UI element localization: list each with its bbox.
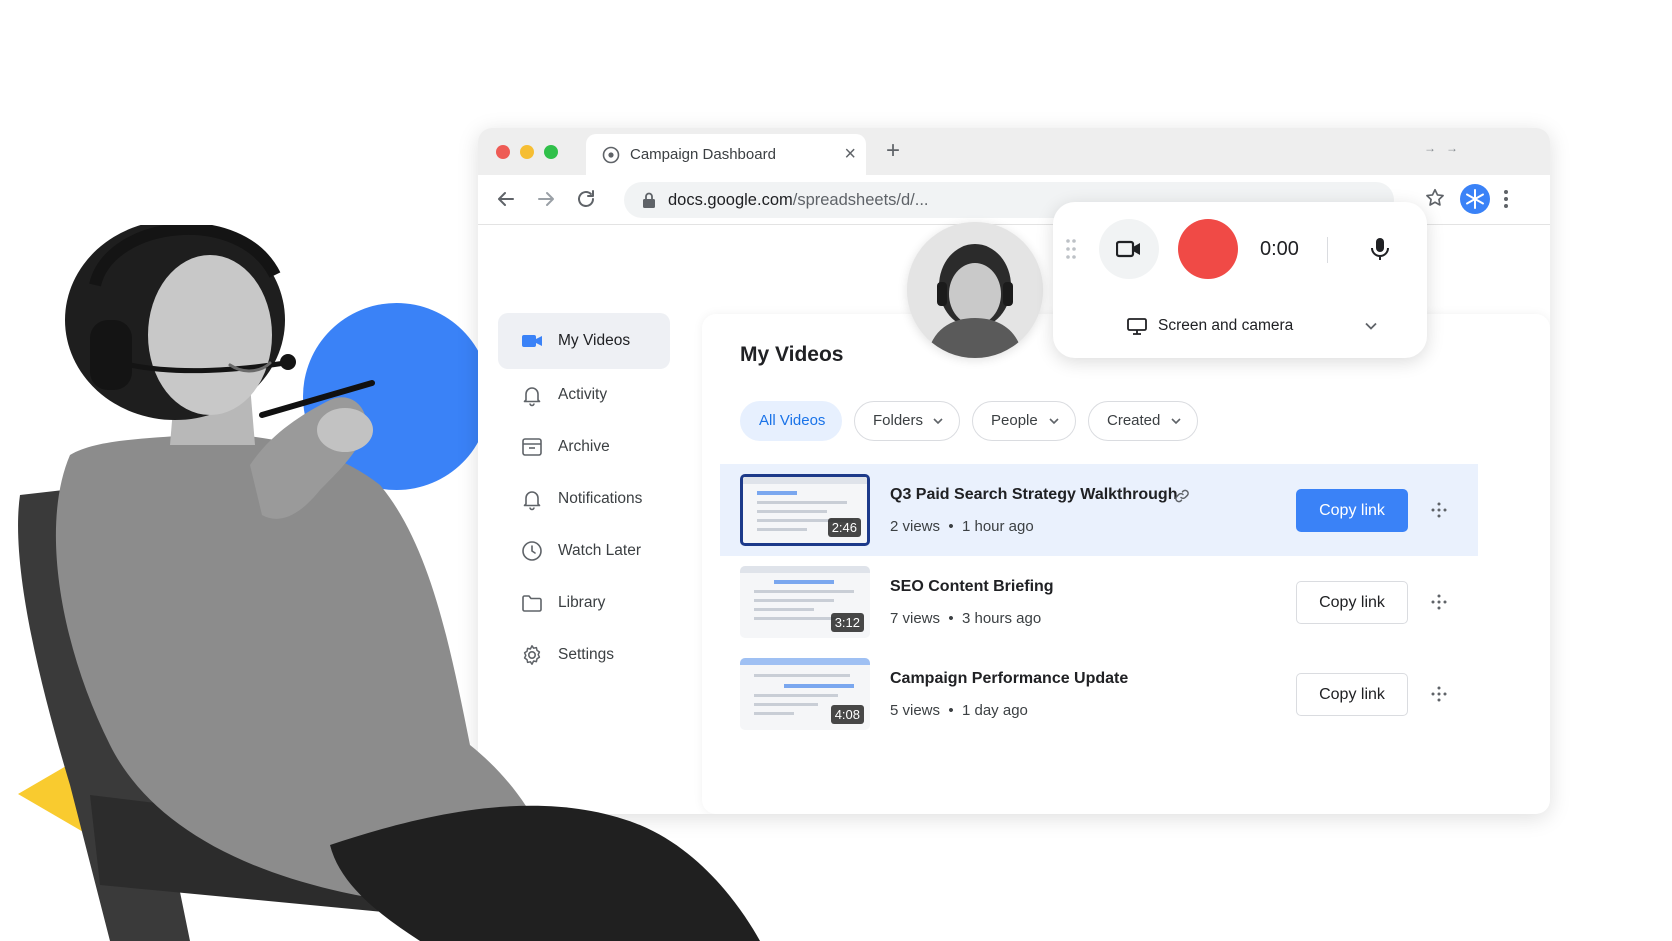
meta-separator: • bbox=[948, 610, 954, 627]
tab-title: Campaign Dashboard bbox=[630, 146, 776, 163]
lock-icon bbox=[643, 192, 655, 208]
forward-arrow-icon[interactable] bbox=[534, 187, 558, 211]
video-camera-icon bbox=[1116, 240, 1140, 258]
chevron-down-icon[interactable] bbox=[1365, 322, 1377, 330]
tab-strip: Campaign Dashboard × + →→ bbox=[478, 128, 1550, 175]
back-arrow-icon[interactable] bbox=[494, 187, 518, 211]
camera-bubble-avatar[interactable] bbox=[907, 222, 1043, 358]
filter-label: Created bbox=[1107, 412, 1161, 429]
microphone-toggle-button[interactable] bbox=[1350, 219, 1410, 279]
video-age: 1 hour ago bbox=[961, 518, 1034, 535]
video-age: 1 day ago bbox=[961, 702, 1028, 719]
browser-tab[interactable]: Campaign Dashboard × bbox=[586, 134, 866, 175]
video-duration: 3:12 bbox=[830, 613, 864, 632]
filter-folders[interactable]: Folders bbox=[854, 401, 960, 441]
video-duration: 4:08 bbox=[830, 705, 864, 724]
video-title[interactable]: Q3 Paid Search Strategy Walkthrough bbox=[890, 486, 1177, 504]
url-domain: docs.google.com bbox=[668, 191, 793, 209]
drag-handle-icon[interactable] bbox=[1430, 593, 1448, 611]
video-duration: 2:46 bbox=[827, 518, 861, 537]
camera-toggle-button[interactable] bbox=[1099, 219, 1159, 279]
video-meta: 5 views • 1 day ago bbox=[890, 702, 1028, 719]
filter-people[interactable]: People bbox=[972, 401, 1076, 441]
monitor-icon bbox=[1127, 318, 1147, 335]
main-panel: My Videos All Videos Folders People Crea… bbox=[702, 314, 1550, 814]
gear-favicon-icon bbox=[602, 146, 620, 164]
reload-icon[interactable] bbox=[574, 187, 598, 211]
tab-search-arrows-icon[interactable]: →→ bbox=[1424, 141, 1468, 155]
meta-separator: • bbox=[948, 518, 954, 535]
presenter-portrait bbox=[907, 222, 1043, 358]
microphone-icon bbox=[1371, 238, 1389, 260]
filter-created[interactable]: Created bbox=[1088, 401, 1198, 441]
drag-handle-icon[interactable] bbox=[1430, 685, 1448, 703]
video-meta: 2 views • 1 hour ago bbox=[890, 518, 1034, 535]
record-button[interactable] bbox=[1178, 219, 1238, 279]
meta-separator: • bbox=[948, 702, 954, 719]
capture-mode-select[interactable]: Screen and camera bbox=[1158, 317, 1293, 335]
copy-link-button[interactable]: Copy link bbox=[1296, 581, 1408, 624]
chevron-down-icon bbox=[933, 418, 943, 425]
copy-link-button[interactable]: Copy link bbox=[1296, 489, 1408, 532]
url-text: docs.google.com/spreadsheets/d/... bbox=[668, 191, 929, 210]
chevron-down-icon bbox=[1171, 418, 1181, 425]
bookmark-star-icon[interactable] bbox=[1424, 187, 1446, 209]
drag-handle-icon[interactable] bbox=[1430, 501, 1448, 519]
video-views: 7 views bbox=[890, 610, 941, 627]
video-row[interactable]: 2:46 Q3 Paid Search Strategy Walkthrough… bbox=[720, 464, 1478, 556]
window-maximize-dot[interactable] bbox=[544, 145, 558, 159]
window-minimize-dot[interactable] bbox=[520, 145, 534, 159]
filter-label: People bbox=[991, 412, 1038, 429]
copy-link-button[interactable]: Copy link bbox=[1296, 673, 1408, 716]
recording-timer: 0:00 bbox=[1260, 238, 1299, 260]
video-list: 2:46 Q3 Paid Search Strategy Walkthrough… bbox=[720, 464, 1478, 740]
video-meta: 7 views • 3 hours ago bbox=[890, 610, 1041, 627]
video-views: 2 views bbox=[890, 518, 941, 535]
divider bbox=[1327, 237, 1328, 263]
video-row[interactable]: 4:08 Campaign Performance Update 5 views… bbox=[720, 648, 1478, 740]
video-row[interactable]: 3:12 SEO Content Briefing 7 views • 3 ho… bbox=[720, 556, 1478, 648]
url-path: /spreadsheets/d/... bbox=[792, 191, 929, 209]
filter-label: Folders bbox=[873, 412, 924, 429]
video-views: 5 views bbox=[890, 702, 941, 719]
recorder-panel: 0:00 Screen and camera bbox=[1053, 202, 1427, 358]
tab-close-icon[interactable]: × bbox=[844, 144, 856, 164]
chevron-down-icon bbox=[1049, 418, 1059, 425]
window-close-dot[interactable] bbox=[496, 145, 510, 159]
video-age: 3 hours ago bbox=[961, 610, 1042, 627]
presenter-photo bbox=[18, 225, 760, 941]
kebab-menu-icon[interactable] bbox=[1503, 187, 1509, 211]
new-tab-icon[interactable]: + bbox=[886, 139, 900, 163]
snowflake-extension-icon[interactable] bbox=[1460, 184, 1490, 214]
video-title[interactable]: SEO Content Briefing bbox=[890, 578, 1054, 596]
link-icon[interactable] bbox=[1174, 488, 1190, 504]
drag-grip-icon[interactable] bbox=[1065, 238, 1077, 260]
video-title[interactable]: Campaign Performance Update bbox=[890, 670, 1128, 688]
